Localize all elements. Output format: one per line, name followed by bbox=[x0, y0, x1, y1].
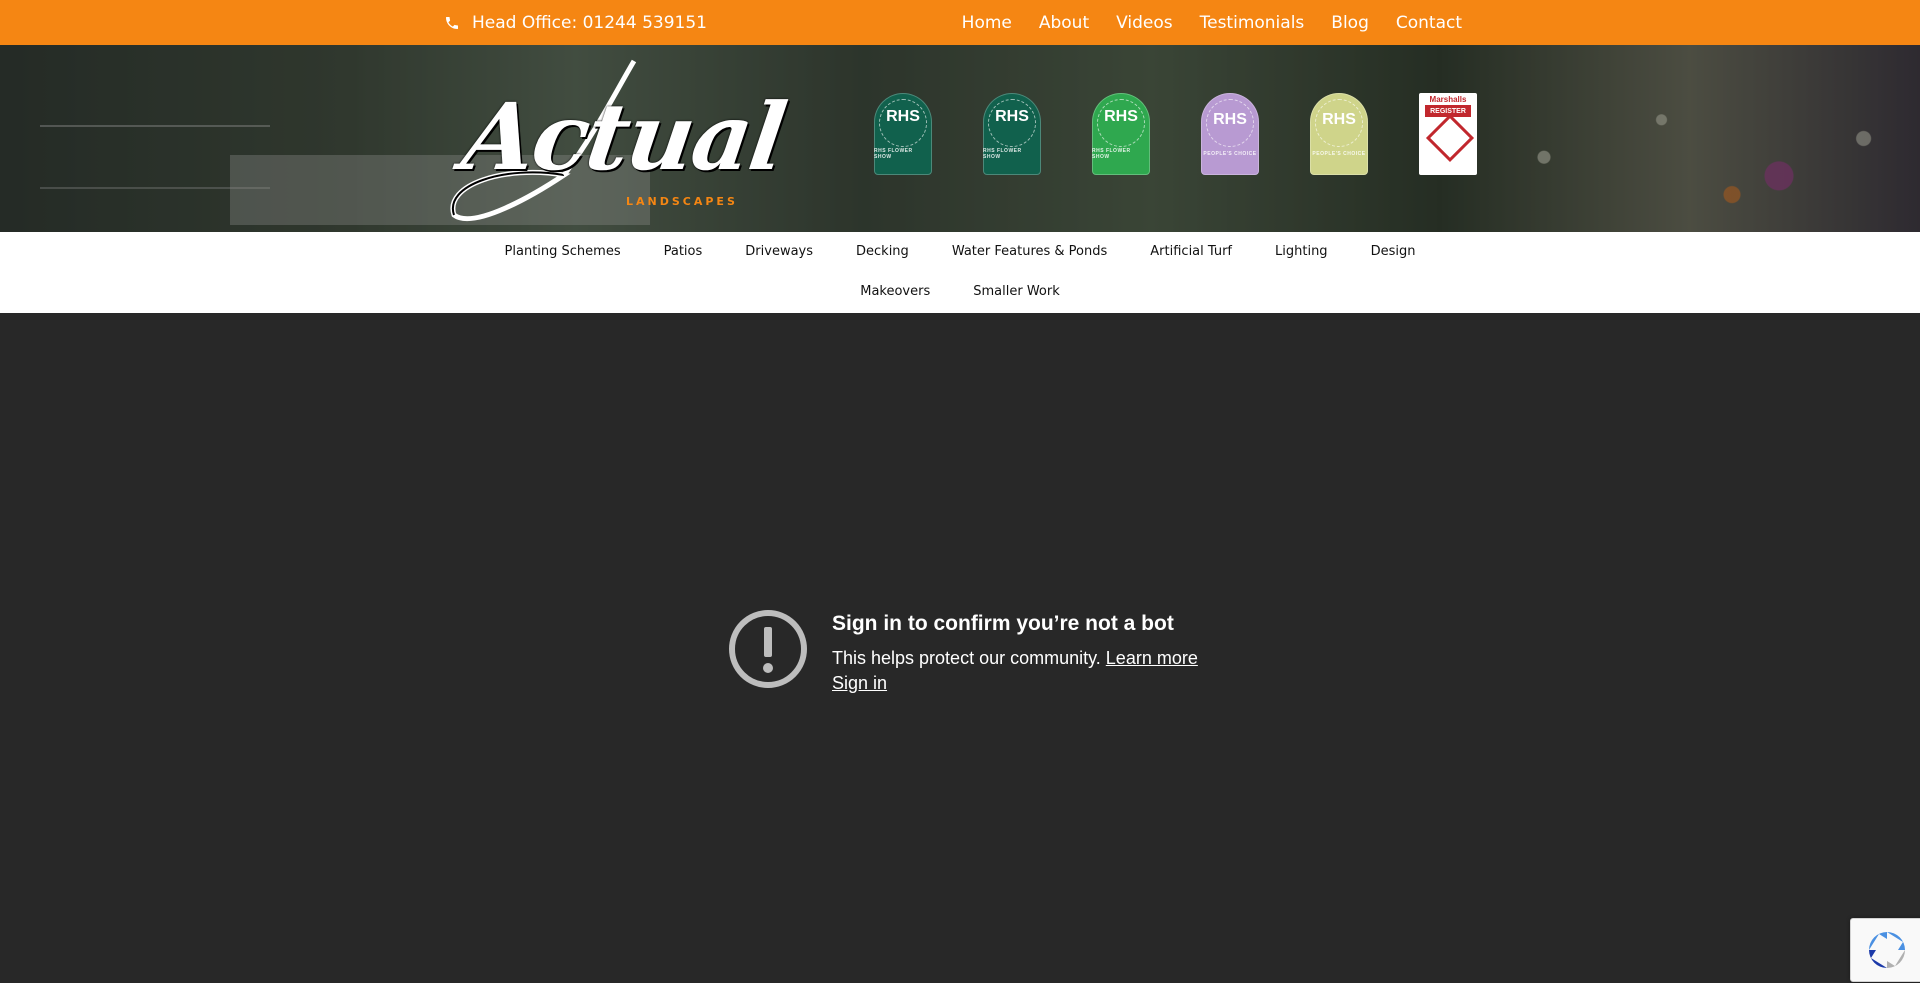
learn-more-link[interactable]: Learn more bbox=[1106, 648, 1198, 668]
top-bar: Head Office: 01244 539151 Home About Vid… bbox=[0, 0, 1920, 45]
rhs-badge-5: RHS PEOPLE'S CHOICE bbox=[1310, 93, 1368, 175]
bot-check-text: Sign in to confirm you’re not a bot This… bbox=[832, 608, 1198, 694]
bot-check-desc: This helps protect our community. Learn … bbox=[832, 648, 1198, 694]
cat-lighting[interactable]: Lighting bbox=[1275, 244, 1328, 259]
embedded-video[interactable]: Sign in to confirm you’re not a bot This… bbox=[0, 313, 1920, 983]
rhs-badge-3: RHS RHS FLOWER SHOW bbox=[1092, 93, 1150, 175]
cat-design[interactable]: Design bbox=[1371, 244, 1416, 259]
award-badges: RHS RHS FLOWER SHOW RHS RHS FLOWER SHOW RH… bbox=[874, 93, 1477, 175]
site-logo[interactable]: Actual LANDSCAPES bbox=[444, 55, 791, 225]
bot-check-notice: Sign in to confirm you’re not a bot This… bbox=[728, 608, 1198, 694]
cat-water-features[interactable]: Water Features & Ponds bbox=[952, 244, 1107, 259]
cat-planting-schemes[interactable]: Planting Schemes bbox=[505, 244, 621, 259]
sign-in-link[interactable]: Sign in bbox=[832, 673, 1198, 694]
nav-contact[interactable]: Contact bbox=[1396, 13, 1462, 33]
rhs-badge-2: RHS RHS FLOWER SHOW bbox=[983, 93, 1041, 175]
head-office-phone[interactable]: Head Office: 01244 539151 bbox=[444, 0, 707, 45]
cat-smaller-work[interactable]: Smaller Work bbox=[973, 284, 1060, 299]
nav-videos[interactable]: Videos bbox=[1116, 13, 1173, 33]
nav-blog[interactable]: Blog bbox=[1331, 13, 1369, 33]
nav-about[interactable]: About bbox=[1039, 13, 1089, 33]
phone-label: Head Office: 01244 539151 bbox=[472, 12, 707, 33]
marshalls-register-badge: Marshalls REGISTER bbox=[1419, 93, 1477, 175]
logo-script: Actual bbox=[456, 83, 791, 191]
top-navigation: Home About Videos Testimonials Blog Cont… bbox=[962, 0, 1462, 45]
bot-check-title: Sign in to confirm you’re not a bot bbox=[832, 612, 1174, 635]
recaptcha-icon bbox=[1869, 932, 1905, 968]
cat-driveways[interactable]: Driveways bbox=[745, 244, 813, 259]
cat-decking[interactable]: Decking bbox=[856, 244, 909, 259]
recaptcha-badge[interactable] bbox=[1850, 918, 1920, 982]
category-navigation: Planting Schemes Patios Driveways Deckin… bbox=[0, 232, 1920, 313]
logo-sub: LANDSCAPES bbox=[626, 195, 738, 208]
alert-icon bbox=[729, 610, 807, 688]
rhs-badge-1: RHS RHS FLOWER SHOW bbox=[874, 93, 932, 175]
nav-testimonials[interactable]: Testimonials bbox=[1200, 13, 1305, 33]
rhs-badge-4: RHS PEOPLE'S CHOICE bbox=[1201, 93, 1259, 175]
cat-patios[interactable]: Patios bbox=[664, 244, 703, 259]
nav-home[interactable]: Home bbox=[962, 13, 1012, 33]
cat-artificial-turf[interactable]: Artificial Turf bbox=[1150, 244, 1232, 259]
phone-icon bbox=[446, 16, 458, 29]
hero-header: Actual LANDSCAPES RHS RHS FLOWER SHOW RHS… bbox=[0, 45, 1920, 232]
cat-makeovers[interactable]: Makeovers bbox=[860, 284, 930, 299]
